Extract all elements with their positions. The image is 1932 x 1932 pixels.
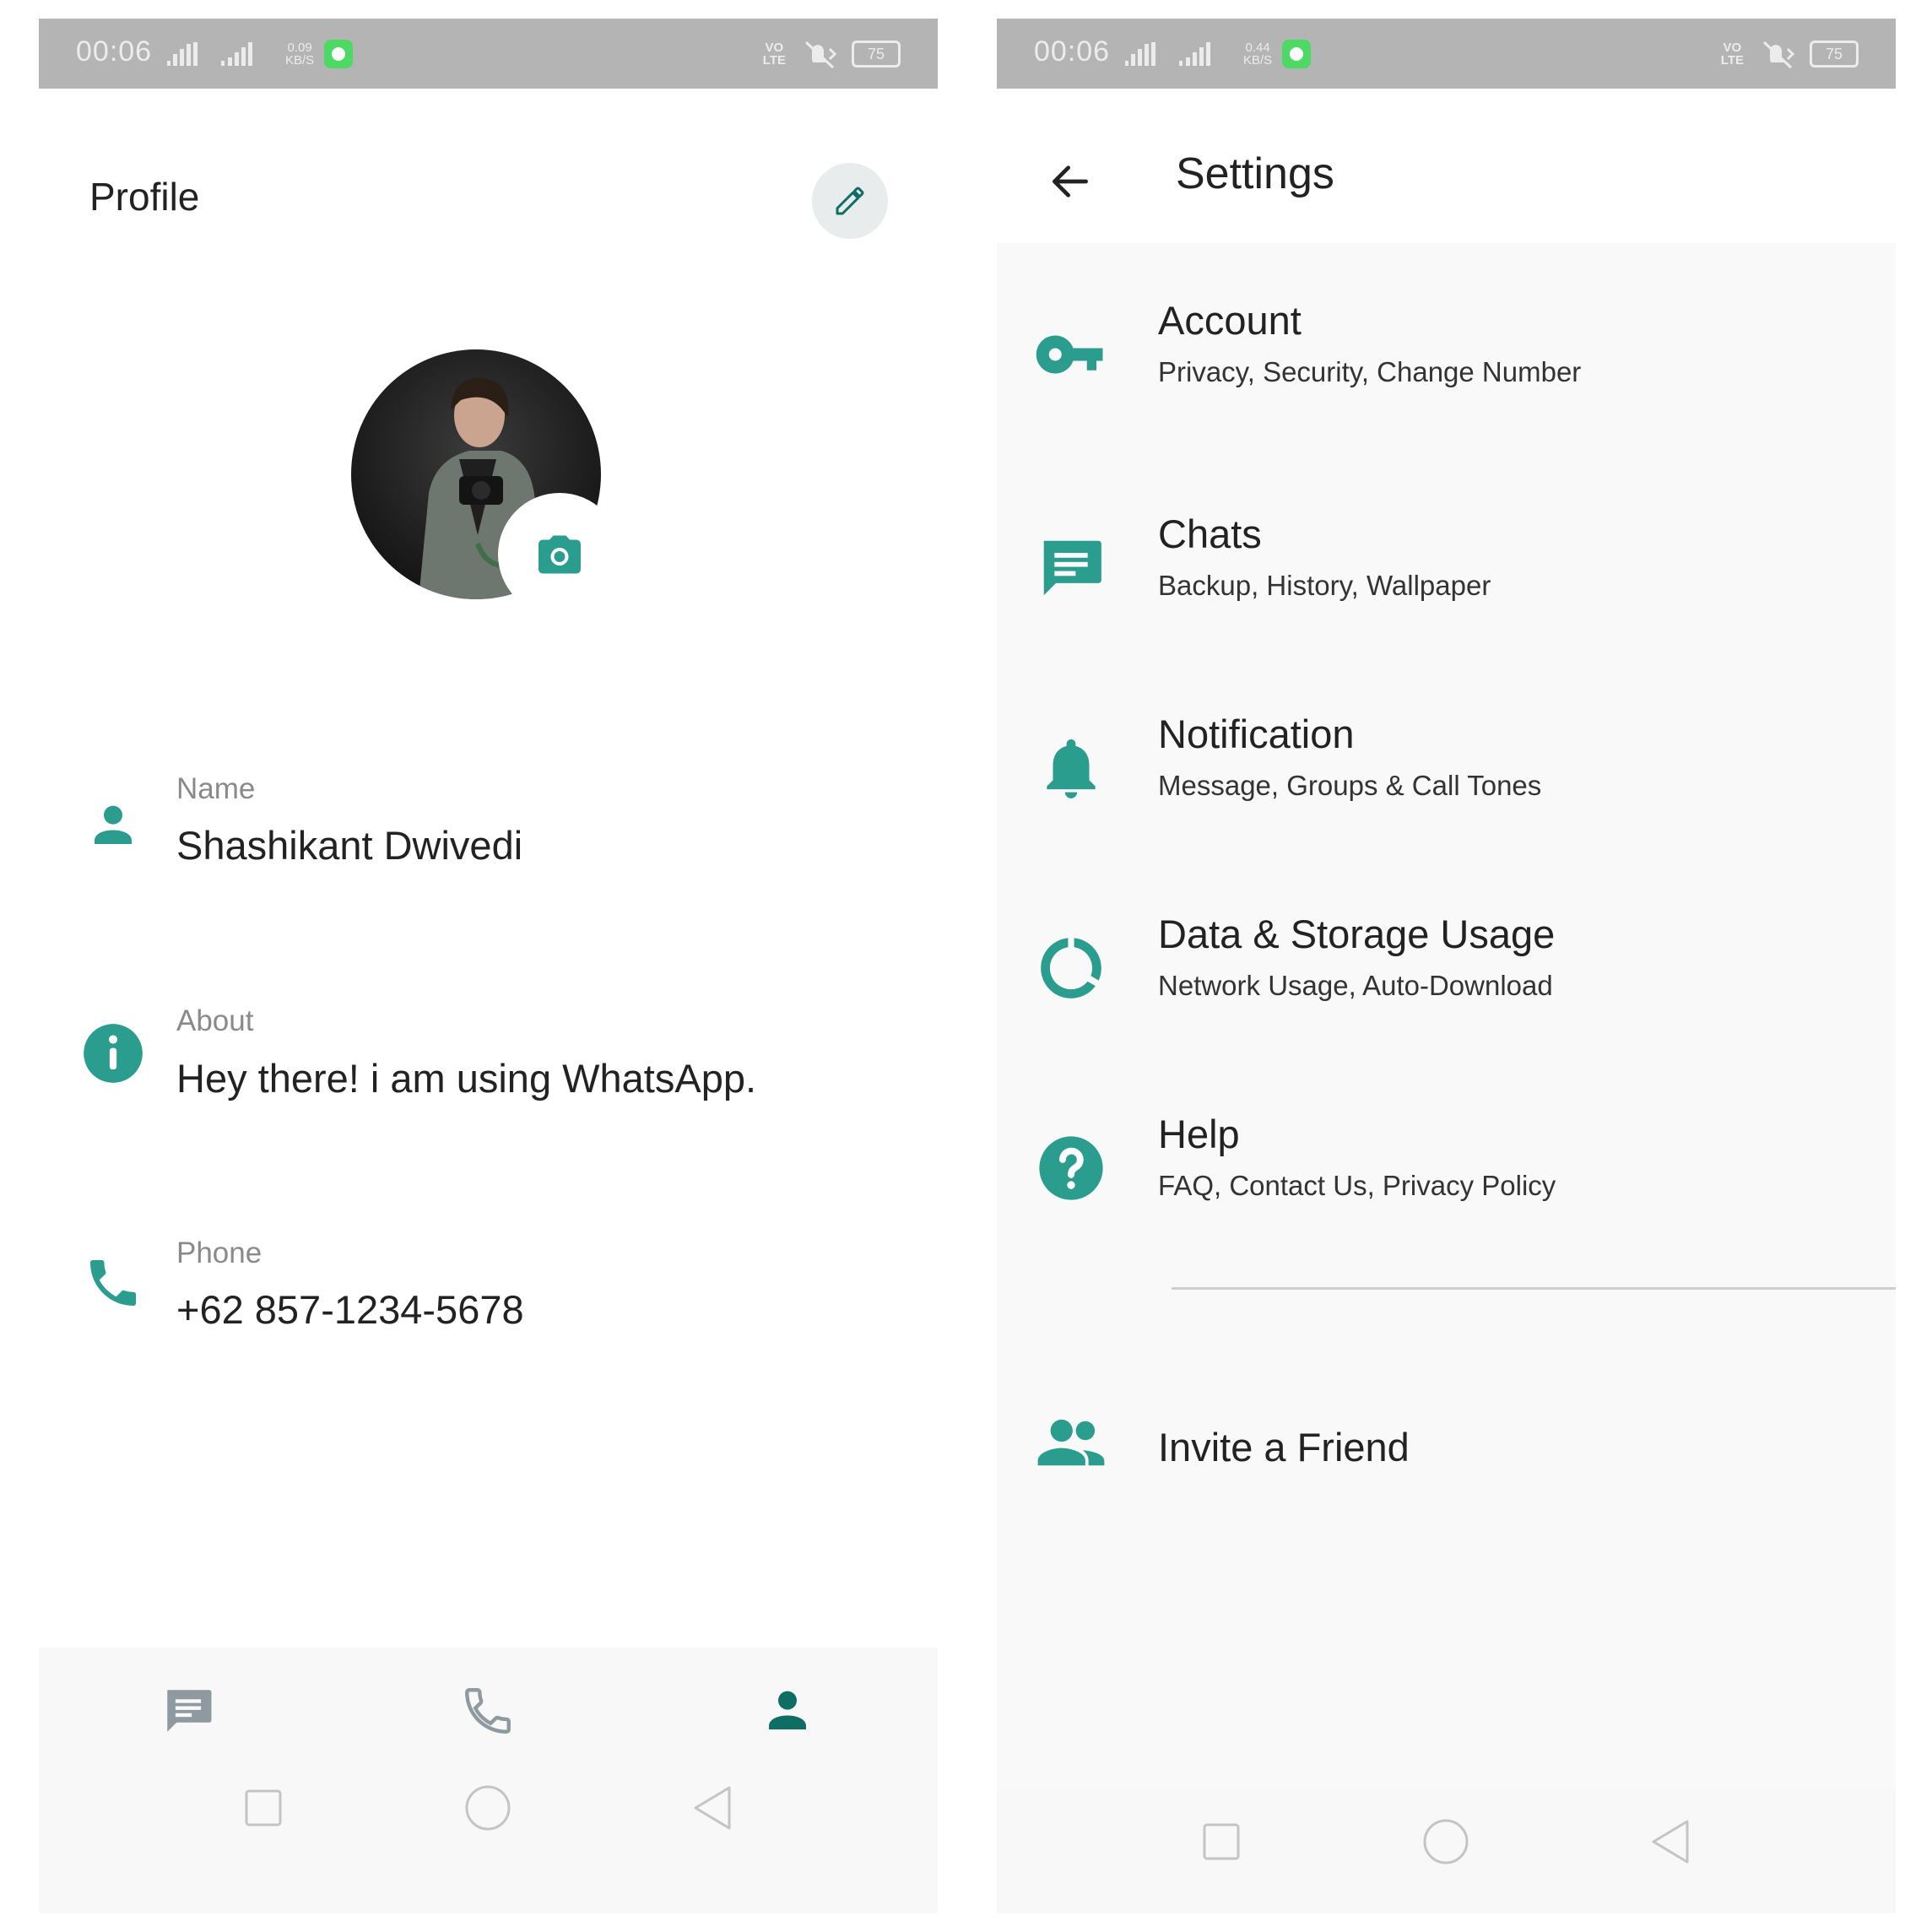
- data-usage-icon: [1031, 928, 1112, 1009]
- recents-button[interactable]: [234, 1778, 293, 1837]
- settings-item-title: Notification: [1158, 712, 1355, 756]
- key-icon: [1031, 314, 1112, 395]
- invite-friend-label: Invite a Friend: [1158, 1425, 1410, 1469]
- signal-icon: [167, 42, 252, 66]
- page-title: Settings: [1176, 149, 1334, 198]
- profile-photo: [351, 349, 621, 616]
- settings-item-title: Data & Storage Usage: [1158, 912, 1556, 956]
- name-label: Name: [176, 772, 256, 805]
- home-button[interactable]: [458, 1778, 517, 1837]
- name-value[interactable]: Shashikant Dwivedi: [176, 822, 522, 869]
- settings-header: Settings: [997, 89, 1896, 243]
- bottom-navigation: [39, 1648, 938, 1913]
- back-nav-button[interactable]: [1641, 1812, 1700, 1871]
- person-icon: [81, 793, 145, 858]
- status-time: 00:06: [1034, 35, 1111, 68]
- mute-icon: [804, 41, 837, 69]
- recents-button[interactable]: [1192, 1812, 1251, 1871]
- tab-chats[interactable]: [159, 1681, 218, 1740]
- volte-indicator: VO LTE: [762, 41, 786, 68]
- phone-value: +62 857-1234-5678: [176, 1287, 524, 1332]
- arrow-back-icon: [1053, 165, 1088, 198]
- divider: [1172, 1287, 1896, 1290]
- square-icon: [245, 1789, 282, 1826]
- settings-screen: 00:06 0.44 KB/S VO LTE 75 Settings Accou…: [997, 19, 1896, 1913]
- mute-icon: [1762, 41, 1795, 69]
- circle-icon: [1423, 1819, 1469, 1864]
- status-time: 00:06: [76, 35, 153, 68]
- profile-icon: [769, 1691, 806, 1729]
- settings-item-subtitle: FAQ, Contact Us, Privacy Policy: [1158, 1170, 1556, 1201]
- home-button[interactable]: [1416, 1812, 1475, 1871]
- tab-calls[interactable]: [458, 1681, 517, 1740]
- app-notification-icon: [1282, 40, 1312, 68]
- settings-item-help[interactable]: Help FAQ, Contact Us, Privacy Policy: [997, 1111, 1896, 1254]
- triangle-back-icon: [1652, 1820, 1689, 1864]
- settings-item-notification[interactable]: Notification Message, Groups & Call Tone…: [997, 711, 1896, 854]
- network-speed: 0.44 KB/S: [1243, 41, 1273, 68]
- signal-icon: [1125, 42, 1210, 66]
- network-speed: 0.09 KB/S: [285, 41, 315, 68]
- settings-item-subtitle: Privacy, Security, Change Number: [1158, 356, 1582, 387]
- chat-icon: [1031, 528, 1112, 609]
- call-icon: [465, 1688, 511, 1734]
- info-icon: [81, 1021, 145, 1085]
- settings-item-title: Chats: [1158, 511, 1262, 556]
- battery-indicator: 75: [1810, 41, 1859, 68]
- tab-profile[interactable]: [758, 1681, 817, 1740]
- system-navigation: [997, 1791, 1896, 1913]
- settings-item-subtitle: Backup, History, Wallpaper: [1158, 570, 1491, 601]
- phone-label: Phone: [176, 1237, 262, 1269]
- edit-profile-button[interactable]: [812, 163, 888, 239]
- status-bar: 00:06 0.09 KB/S VO LTE 75: [39, 19, 938, 89]
- help-icon: [1031, 1128, 1112, 1209]
- triangle-back-icon: [694, 1786, 731, 1830]
- bell-icon: [1031, 728, 1112, 809]
- pencil-icon: [836, 187, 864, 215]
- circle-icon: [465, 1785, 511, 1831]
- about-label: About: [176, 1004, 254, 1037]
- settings-item-title: Account: [1158, 298, 1302, 343]
- status-bar: 00:06 0.44 KB/S VO LTE 75: [997, 19, 1896, 89]
- phone-icon: [81, 1251, 145, 1315]
- settings-item-subtitle: Network Usage, Auto-Download: [1158, 970, 1553, 1001]
- invite-friend-item[interactable]: Invite a Friend: [997, 1403, 1896, 1546]
- settings-item-data-storage[interactable]: Data & Storage Usage Network Usage, Auto…: [997, 911, 1896, 1054]
- page-title: Profile: [89, 175, 200, 219]
- back-nav-button[interactable]: [683, 1778, 742, 1837]
- profile-screen: 00:06 0.09 KB/S VO LTE 75 Profile Name S…: [39, 19, 938, 1913]
- about-value[interactable]: Hey there! i am using WhatsApp.: [176, 1055, 756, 1101]
- battery-indicator: 75: [852, 41, 901, 68]
- group-icon: [1031, 1403, 1112, 1484]
- app-notification-icon: [324, 40, 354, 68]
- volte-indicator: VO LTE: [1720, 41, 1744, 68]
- camera-icon: [538, 535, 581, 574]
- back-button[interactable]: [1041, 152, 1100, 211]
- settings-item-title: Help: [1158, 1112, 1240, 1156]
- settings-item-account[interactable]: Account Privacy, Security, Change Number: [997, 297, 1896, 441]
- square-icon: [1203, 1823, 1240, 1860]
- settings-item-chats[interactable]: Chats Backup, History, Wallpaper: [997, 511, 1896, 654]
- change-photo-button[interactable]: [498, 493, 621, 616]
- chat-icon: [167, 1690, 212, 1732]
- settings-item-subtitle: Message, Groups & Call Tones: [1158, 770, 1542, 801]
